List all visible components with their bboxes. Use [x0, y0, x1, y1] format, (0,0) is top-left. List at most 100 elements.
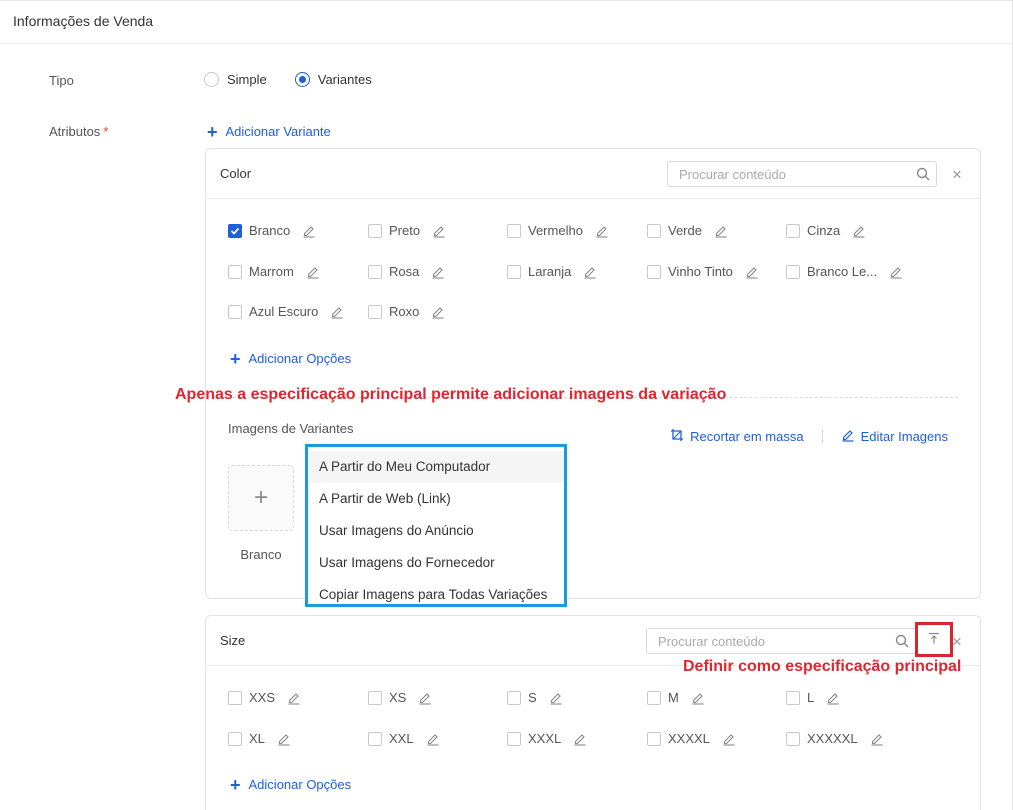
color-option-branco[interactable]: Branco — [228, 223, 316, 238]
checkbox[interactable] — [786, 223, 800, 238]
checkbox[interactable] — [507, 223, 521, 238]
checkbox[interactable] — [507, 731, 521, 746]
checkbox[interactable] — [368, 264, 382, 279]
edit-pen-icon[interactable] — [826, 691, 840, 705]
edit-pen-icon[interactable] — [852, 224, 866, 238]
checkbox[interactable] — [228, 304, 242, 319]
radio-variantes[interactable]: Variantes — [294, 72, 372, 87]
color-card-title: Color — [220, 166, 252, 181]
edit-pen-icon[interactable] — [432, 224, 446, 238]
crop-bulk-button[interactable]: Recortar em massa — [670, 428, 804, 445]
checkbox[interactable] — [786, 264, 800, 279]
size-option-xxxxl[interactable]: XXXXL — [647, 731, 736, 746]
annotation-set-main-spec: Definir como especificação principal — [683, 658, 962, 675]
menu-item-copy-all[interactable]: Copiar Imagens para Todas Variações — [308, 579, 564, 611]
option-label: Verde — [668, 223, 702, 238]
checkbox[interactable] — [507, 690, 521, 705]
checkbox[interactable] — [647, 264, 661, 279]
crop-icon — [670, 428, 684, 445]
edit-pen-icon[interactable] — [306, 265, 320, 279]
size-close-icon[interactable]: × — [952, 633, 962, 650]
edit-pen-icon[interactable] — [583, 265, 597, 279]
size-option-xxxxxl[interactable]: XXXXXL — [786, 731, 884, 746]
edit-pen-icon[interactable] — [431, 305, 445, 319]
edit-pen-icon[interactable] — [573, 732, 587, 746]
size-option-xs[interactable]: XS — [368, 690, 432, 705]
checkbox[interactable] — [228, 264, 242, 279]
checkbox[interactable] — [786, 731, 800, 746]
color-add-options-button[interactable]: + Adicionar Opções — [230, 350, 351, 368]
color-option-verde[interactable]: Verde — [647, 223, 728, 238]
menu-item-listing-images[interactable]: Usar Imagens do Anúncio — [308, 515, 564, 547]
add-variant-button[interactable]: + Adicionar Variante — [207, 123, 331, 141]
size-option-xxl[interactable]: XXL — [368, 731, 440, 746]
edit-pen-icon[interactable] — [889, 265, 903, 279]
search-icon[interactable] — [889, 634, 915, 648]
color-search-box[interactable] — [667, 161, 937, 187]
size-add-options-button[interactable]: + Adicionar Opções — [230, 774, 351, 795]
checkbox[interactable] — [228, 731, 242, 746]
color-option-vermelho[interactable]: Vermelho — [507, 223, 609, 238]
checkbox[interactable] — [368, 731, 382, 746]
color-option-cinza[interactable]: Cinza — [786, 223, 866, 238]
radio-variantes-circle[interactable] — [294, 72, 310, 87]
menu-item-from-web[interactable]: A Partir de Web (Link) — [308, 483, 564, 515]
option-label: M — [668, 690, 679, 705]
edit-pen-icon[interactable] — [691, 691, 705, 705]
color-option-vinho-tinto[interactable]: Vinho Tinto — [647, 264, 759, 279]
color-option-marrom[interactable]: Marrom — [228, 264, 320, 279]
radio-simple-circle[interactable] — [204, 72, 219, 87]
color-option-azul-escuro[interactable]: Azul Escuro — [228, 304, 344, 319]
radio-simple[interactable]: Simple — [204, 72, 267, 87]
checkbox-checked[interactable] — [228, 223, 242, 238]
edit-pen-icon[interactable] — [870, 732, 884, 746]
search-icon[interactable] — [910, 167, 936, 181]
edit-pen-icon[interactable] — [418, 691, 432, 705]
edit-pen-icon[interactable] — [277, 732, 291, 746]
image-upload-box[interactable]: + — [228, 465, 294, 531]
edit-pen-icon[interactable] — [426, 732, 440, 746]
menu-item-from-computer[interactable]: A Partir do Meu Computador — [308, 451, 564, 483]
edit-pen-icon[interactable] — [745, 265, 759, 279]
plus-icon: + — [230, 774, 241, 795]
checkbox[interactable] — [368, 223, 382, 238]
edit-images-label: Editar Imagens — [860, 429, 948, 444]
color-option-roxo[interactable]: Roxo — [368, 304, 445, 319]
color-option-branco-le[interactable]: Branco Le... — [786, 264, 903, 279]
checkbox[interactable] — [786, 690, 800, 705]
checkbox[interactable] — [368, 304, 382, 319]
atributos-label-text: Atributos — [49, 124, 101, 139]
color-search-input[interactable] — [679, 166, 910, 182]
edit-pen-icon[interactable] — [549, 691, 563, 705]
checkbox[interactable] — [647, 223, 661, 238]
size-option-l[interactable]: L — [786, 690, 840, 705]
size-search-input[interactable] — [658, 633, 889, 649]
size-option-xxxl[interactable]: XXXL — [507, 731, 587, 746]
edit-pen-icon[interactable] — [714, 224, 728, 238]
checkbox[interactable] — [507, 264, 521, 279]
checkbox[interactable] — [368, 690, 382, 705]
color-option-laranja[interactable]: Laranja — [507, 264, 597, 279]
set-main-spec-button[interactable] — [915, 622, 953, 657]
size-option-m[interactable]: M — [647, 690, 705, 705]
edit-pen-icon[interactable] — [595, 224, 609, 238]
edit-pen-icon[interactable] — [431, 265, 445, 279]
edit-pen-icon[interactable] — [722, 732, 736, 746]
menu-item-supplier-images[interactable]: Usar Imagens do Fornecedor — [308, 547, 564, 579]
edit-images-button[interactable]: Editar Imagens — [841, 428, 948, 445]
checkbox[interactable] — [647, 690, 661, 705]
size-option-xl[interactable]: XL — [228, 731, 291, 746]
checkbox[interactable] — [228, 690, 242, 705]
color-option-preto[interactable]: Preto — [368, 223, 446, 238]
edit-pen-icon[interactable] — [287, 691, 301, 705]
section-title: Informações de Venda — [13, 13, 154, 29]
size-option-s[interactable]: S — [507, 690, 563, 705]
size-option-xxs[interactable]: XXS — [228, 690, 301, 705]
color-close-icon[interactable]: × — [952, 166, 962, 183]
color-option-rosa[interactable]: Rosa — [368, 264, 445, 279]
edit-pen-icon[interactable] — [330, 305, 344, 319]
header-divider — [0, 43, 1013, 44]
size-search-box[interactable] — [646, 628, 916, 654]
checkbox[interactable] — [647, 731, 661, 746]
edit-pen-icon[interactable] — [302, 224, 316, 238]
